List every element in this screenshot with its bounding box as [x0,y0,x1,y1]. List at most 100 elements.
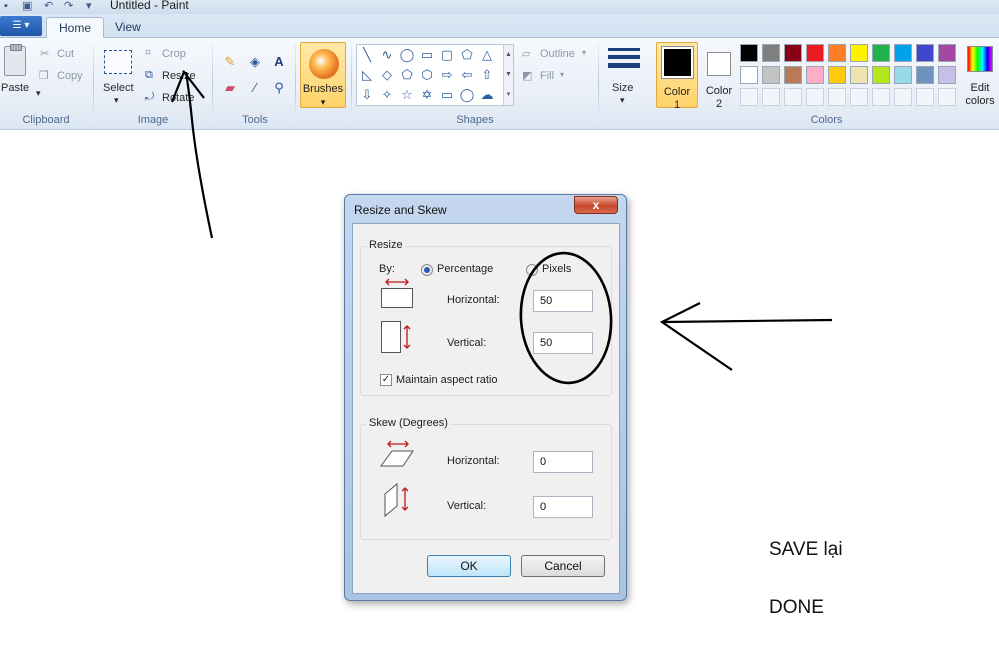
cancel-button[interactable]: Cancel [521,555,605,577]
four-point-star-shape-icon[interactable]: ✧ [379,87,395,103]
ok-button[interactable]: OK [427,555,511,577]
resize-horizontal-input[interactable]: 50 [533,290,593,312]
palette-swatch[interactable] [894,44,912,62]
dialog-close-button[interactable]: x [574,196,618,214]
paste-icon[interactable] [4,44,26,76]
rounded-rectangle-shape-icon[interactable]: ▢ [439,47,455,63]
palette-swatch[interactable] [740,66,758,84]
tab-home[interactable]: Home [46,17,105,39]
polygon-shape-icon[interactable]: ⬠ [459,47,475,63]
resize-vertical-input[interactable]: 50 [533,332,593,354]
percentage-radio[interactable] [421,264,433,276]
custom-color-slot[interactable] [828,88,846,106]
custom-color-slot[interactable] [894,88,912,106]
six-point-star-shape-icon[interactable]: ✡ [419,87,435,103]
size-dropdown-icon[interactable]: ▾ [620,95,625,106]
outline-dropdown-icon[interactable]: ▾ [582,48,586,57]
color1-label: Color [663,86,691,98]
line-size-icon[interactable] [608,48,640,72]
copy-button[interactable]: Copy [57,70,83,82]
edit-colors-button[interactable]: Edit colors [960,82,999,108]
select-icon[interactable] [104,50,132,74]
rectangle-shape-icon[interactable]: ▭ [419,47,435,63]
redo-icon[interactable]: ↷ [64,0,73,12]
custom-color-slot[interactable] [916,88,934,106]
fill-button[interactable]: Fill [540,70,554,82]
palette-swatch[interactable] [872,44,890,62]
custom-color-slot[interactable] [872,88,890,106]
palette-swatch[interactable] [784,66,802,84]
palette-swatch[interactable] [806,66,824,84]
skew-horizontal-input[interactable]: 0 [533,451,593,473]
customize-quick-access-icon[interactable]: ▾ [86,0,92,12]
custom-color-slot[interactable] [850,88,868,106]
palette-swatch[interactable] [916,66,934,84]
save-icon[interactable]: ▣ [22,0,32,12]
triangle-shape-icon[interactable]: △ [479,47,495,63]
palette-swatch[interactable] [850,66,868,84]
palette-swatch[interactable] [916,44,934,62]
line-shape-icon[interactable]: ╲ [359,47,375,63]
maintain-aspect-checkbox[interactable]: ✓ [380,374,392,386]
palette-swatch[interactable] [762,44,780,62]
custom-color-slot[interactable] [806,88,824,106]
palette-swatch[interactable] [784,44,802,62]
color2-button[interactable]: Color 2 [700,42,738,110]
five-point-star-shape-icon[interactable]: ☆ [399,87,415,103]
palette-swatch[interactable] [850,44,868,62]
right-triangle-shape-icon[interactable]: ◺ [359,67,375,83]
size-button[interactable]: Size [612,82,633,94]
palette-swatch[interactable] [828,44,846,62]
palette-swatch[interactable] [828,66,846,84]
paint-menu-button[interactable]: ☰ ▾ [0,16,42,36]
magnifier-icon[interactable]: ⚲ [269,78,289,98]
down-arrow-shape-icon[interactable]: ⇩ [359,87,375,103]
fill-dropdown-icon[interactable]: ▾ [560,70,564,79]
outline-button[interactable]: Outline [540,48,575,60]
resize-button[interactable]: Resize [162,70,196,82]
fill-icon[interactable]: ◈ [245,52,265,72]
palette-swatch[interactable] [894,66,912,84]
right-arrow-shape-icon[interactable]: ⇨ [439,67,455,83]
paste-dropdown-icon[interactable]: ▾ [36,88,41,99]
custom-color-slot[interactable] [784,88,802,106]
palette-swatch[interactable] [938,44,956,62]
rainbow-palette-icon[interactable] [967,46,993,72]
oval-shape-icon[interactable]: ◯ [399,47,415,63]
palette-swatch[interactable] [806,44,824,62]
undo-icon[interactable]: ↶ [44,0,53,12]
brushes-button[interactable]: Brushes ▾ [300,42,346,108]
text-icon[interactable]: A [269,52,289,72]
rotate-button[interactable]: Rotate [162,92,194,104]
left-arrow-shape-icon[interactable]: ⇦ [459,67,475,83]
separator [598,44,599,124]
oval-callout-shape-icon[interactable]: ◯ [459,87,475,103]
hexagon-shape-icon[interactable]: ⬡ [419,67,435,83]
pixels-radio[interactable] [526,264,538,276]
select-button[interactable]: Select [103,82,134,94]
shapes-gallery-scroll[interactable]: ▲ ▼ ▾ [503,45,513,105]
cloud-callout-shape-icon[interactable]: ☁ [479,87,495,103]
paste-button[interactable]: Paste [1,82,29,94]
eraser-icon[interactable]: ▰ [220,78,240,98]
palette-swatch[interactable] [938,66,956,84]
palette-swatch[interactable] [740,44,758,62]
cut-button[interactable]: Cut [57,48,74,60]
pencil-icon[interactable]: ✎ [220,52,240,72]
color-picker-icon[interactable]: ⁄ [245,78,265,98]
custom-color-slot[interactable] [740,88,758,106]
crop-button[interactable]: Crop [162,48,186,60]
custom-color-slot[interactable] [762,88,780,106]
curve-shape-icon[interactable]: ∿ [379,47,395,63]
palette-swatch[interactable] [762,66,780,84]
color1-button[interactable]: Color 1 [656,42,698,111]
select-dropdown-icon[interactable]: ▾ [114,95,119,106]
tab-view[interactable]: View [103,17,153,39]
pentagon-shape-icon[interactable]: ⬠ [399,67,415,83]
skew-vertical-input[interactable]: 0 [533,496,593,518]
up-arrow-shape-icon[interactable]: ⇧ [479,67,495,83]
rounded-callout-shape-icon[interactable]: ▭ [439,87,455,103]
palette-swatch[interactable] [872,66,890,84]
custom-color-slot[interactable] [938,88,956,106]
diamond-shape-icon[interactable]: ◇ [379,67,395,83]
